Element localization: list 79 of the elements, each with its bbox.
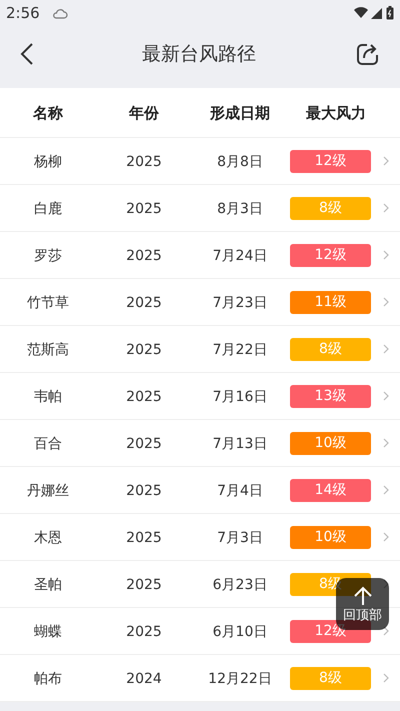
table-cell: 杨柳 xyxy=(34,154,62,170)
table-cell: 韦帕 xyxy=(34,389,62,405)
table-cell: 7月24日 xyxy=(212,248,268,264)
typhoon-row[interactable]: 帕布 2024 12月22日 8级 xyxy=(0,655,400,702)
chevron-right-icon xyxy=(383,250,389,260)
table-cell: 百合 xyxy=(34,436,62,452)
wifi-icon xyxy=(354,7,368,19)
typhoon-row[interactable]: 竹节草 2025 7月23日 11级 xyxy=(0,279,400,326)
table-cell: 8月8日 xyxy=(217,154,263,170)
table-cell: 2025 xyxy=(126,624,162,640)
chevron-right-icon xyxy=(383,485,389,495)
wind-level-badge: 13级 xyxy=(290,384,371,408)
table-cell: 7月3日 xyxy=(217,530,263,546)
table-cell: 2025 xyxy=(126,154,162,170)
table-cell: 7月16日 xyxy=(212,389,268,405)
column-header: 形成日期 xyxy=(210,104,270,122)
chevron-right-icon xyxy=(383,532,389,542)
cloud-icon xyxy=(52,7,68,19)
battery-icon xyxy=(386,6,394,20)
chevron-right-icon xyxy=(383,297,389,307)
table-cell: 6月10日 xyxy=(212,624,268,640)
typhoon-row[interactable]: 罗莎 2025 7月24日 12级 xyxy=(0,232,400,279)
typhoon-row[interactable]: 丹娜丝 2025 7月4日 14级 xyxy=(0,467,400,514)
wind-level-badge: 8级 xyxy=(290,666,371,690)
table-cell: 7月4日 xyxy=(217,483,263,499)
column-header: 年份 xyxy=(129,104,159,122)
table-cell: 12月22日 xyxy=(208,671,272,687)
wind-level-badge: 8级 xyxy=(290,338,371,360)
table-cell: 2025 xyxy=(126,295,162,311)
wind-level-badge: 8级 xyxy=(290,196,371,220)
table-cell: 2025 xyxy=(126,436,162,452)
typhoon-row[interactable]: 白鹿 2025 8月3日 8级 xyxy=(0,185,400,232)
wind-level-badge: 14级 xyxy=(290,478,371,502)
page-title: 最新台风路径 xyxy=(141,42,257,67)
table-cell: 木恩 xyxy=(34,530,62,546)
table-cell: 8月3日 xyxy=(217,201,263,217)
table-cell: 6月23日 xyxy=(212,577,268,593)
share-button[interactable] xyxy=(356,42,380,66)
table-cell: 2025 xyxy=(126,577,162,593)
table-cell: 白鹿 xyxy=(34,201,62,217)
typhoon-row[interactable]: 木恩 2025 7月3日 10级 xyxy=(0,514,400,561)
chevron-right-icon xyxy=(383,344,389,354)
chevron-right-icon xyxy=(383,391,389,401)
wind-level-badge: 10级 xyxy=(290,432,371,454)
chevron-right-icon xyxy=(383,156,389,166)
table-cell: 蝴蝶 xyxy=(34,624,62,640)
table-cell: 7月22日 xyxy=(212,342,268,358)
status-time: 2:56 xyxy=(6,2,40,24)
typhoon-row[interactable]: 韦帕 2025 7月16日 13级 xyxy=(0,373,400,420)
table-cell: 2025 xyxy=(126,248,162,264)
table-cell: 丹娜丝 xyxy=(27,483,69,499)
chevron-right-icon xyxy=(383,673,389,683)
chevron-right-icon xyxy=(383,438,389,448)
table-cell: 圣帕 xyxy=(34,577,62,593)
wind-level-badge: 10级 xyxy=(290,526,371,548)
column-header: 名称 xyxy=(33,104,63,122)
table-cell: 2025 xyxy=(126,389,162,405)
chevron-right-icon xyxy=(383,203,389,213)
table-cell: 2025 xyxy=(126,483,162,499)
table-cell: 罗莎 xyxy=(34,248,62,264)
table-cell: 范斯高 xyxy=(27,342,69,358)
table-cell: 2025 xyxy=(126,342,162,358)
table-cell: 2024 xyxy=(126,671,162,687)
table-cell: 帕布 xyxy=(34,671,62,687)
wind-level-badge: 12级 xyxy=(290,244,371,266)
wind-level-badge: 12级 xyxy=(290,150,371,172)
column-header: 最大风力 xyxy=(306,104,366,122)
typhoon-row[interactable]: 范斯高 2025 7月22日 8级 xyxy=(0,326,400,373)
typhoon-row[interactable]: 百合 2025 7月13日 10级 xyxy=(0,420,400,467)
typhoon-row[interactable]: 杨柳 2025 8月8日 12级 xyxy=(0,138,400,185)
arrow-up-icon xyxy=(352,586,372,606)
table-cell: 2025 xyxy=(126,201,162,217)
signal-icon xyxy=(371,8,382,18)
wind-level-badge: 11级 xyxy=(290,290,371,314)
table-cell: 7月23日 xyxy=(212,295,268,311)
table-cell: 竹节草 xyxy=(27,295,69,311)
table-cell: 2025 xyxy=(126,530,162,546)
table-cell: 7月13日 xyxy=(212,436,268,452)
chevron-right-icon xyxy=(383,626,389,636)
